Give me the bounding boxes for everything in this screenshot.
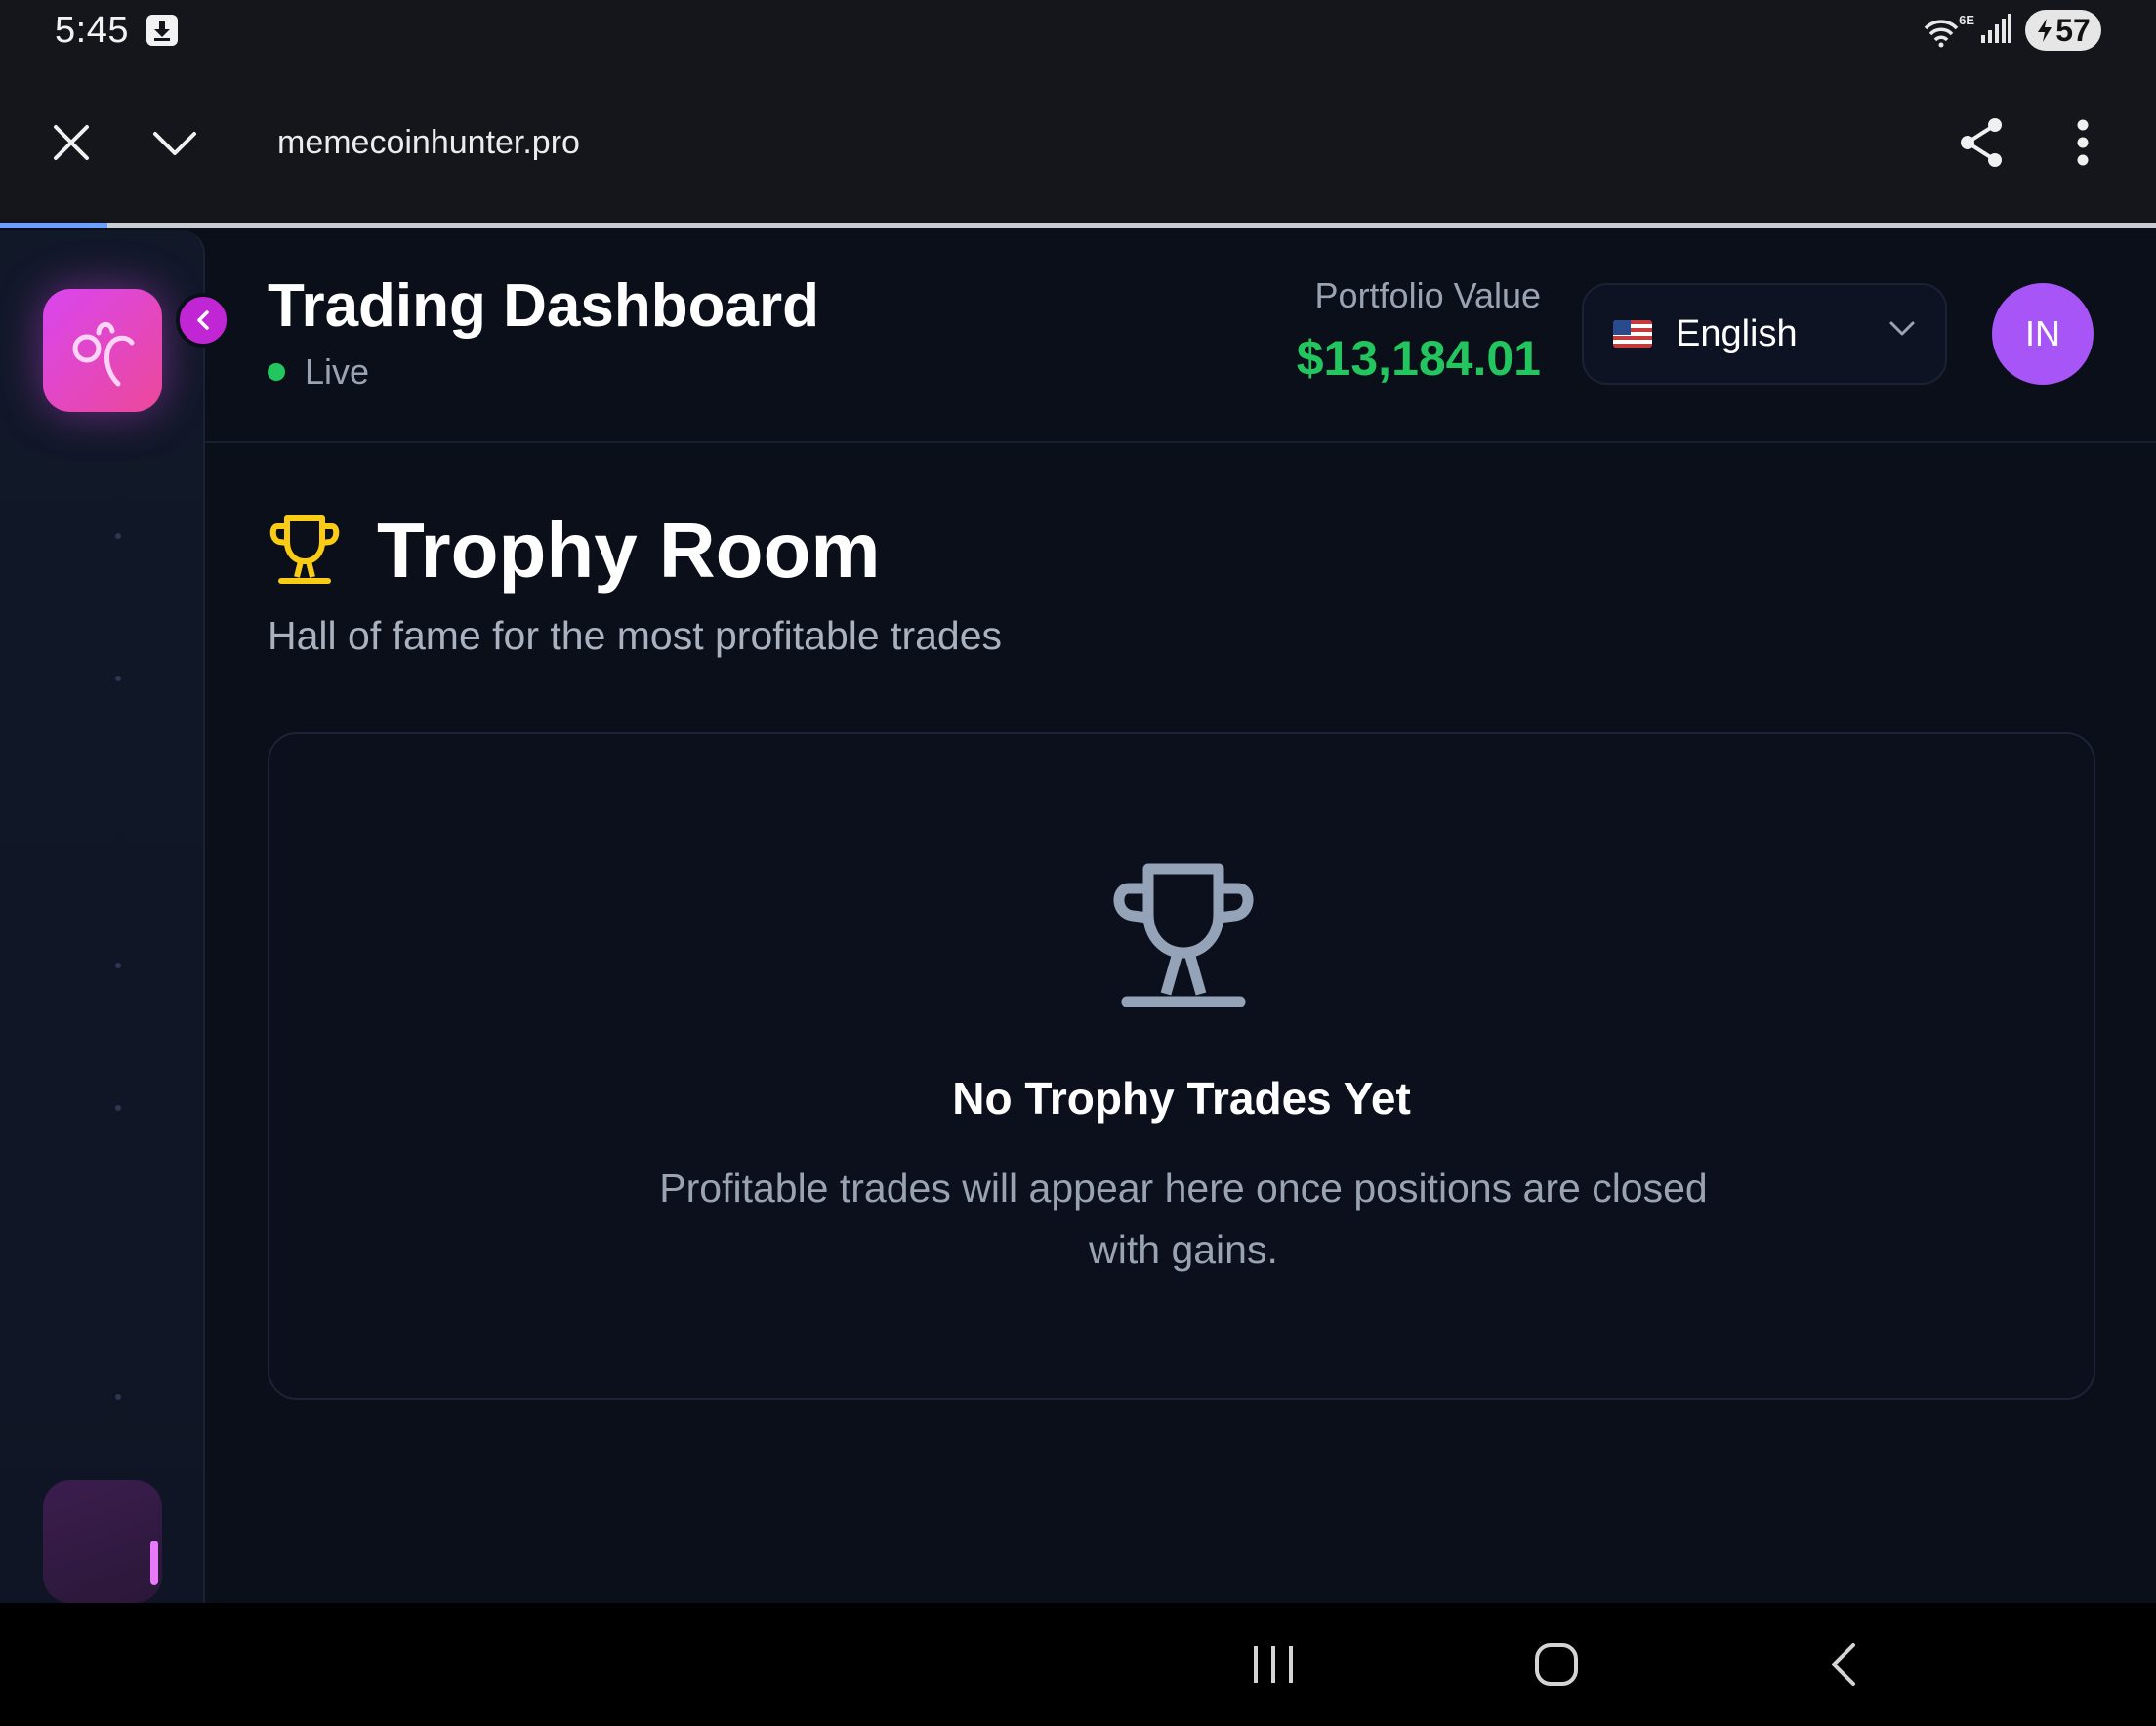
page-load-progress xyxy=(0,223,2156,228)
signal-icon xyxy=(1980,13,2011,48)
status-bar: 5:45 6E 57 xyxy=(0,0,2156,61)
network-type-label: 6E xyxy=(1959,13,1974,27)
chevron-down-icon xyxy=(153,132,196,155)
sidebar-nav-item[interactable] xyxy=(115,676,121,681)
dashboard-header: Trading Dashboard Live Portfolio Value $… xyxy=(205,230,2156,443)
sidebar-nav-item[interactable] xyxy=(115,533,121,539)
back-button[interactable] xyxy=(1795,1603,1892,1726)
browser-menu-button[interactable] xyxy=(2051,61,2115,225)
language-label: English xyxy=(1676,312,1798,354)
trophy-icon xyxy=(270,515,340,584)
chevron-down-icon xyxy=(1889,321,1915,336)
home-button[interactable] xyxy=(1508,1603,1605,1726)
empty-state-title: No Trophy Trades Yet xyxy=(952,1073,1411,1124)
sidebar xyxy=(0,230,205,1603)
sidebar-bottom-item[interactable] xyxy=(43,1480,162,1603)
live-status-label: Live xyxy=(305,351,370,391)
page-title: Trading Dashboard xyxy=(268,272,819,340)
screen: 5:45 6E 57 memecoinhunter.pro Trading Da… xyxy=(0,0,2156,1726)
battery-icon: 57 xyxy=(2025,10,2101,51)
app-logo[interactable] xyxy=(43,289,162,412)
portfolio-value: $13,184.01 xyxy=(1296,331,1541,386)
sidebar-nav-item[interactable] xyxy=(115,1394,121,1400)
language-select[interactable]: English xyxy=(1582,283,1947,385)
app-logo-icon xyxy=(72,322,135,387)
home-icon xyxy=(1535,1643,1578,1686)
sidebar-nav-item[interactable] xyxy=(115,963,121,968)
recents-button[interactable] xyxy=(1224,1603,1322,1726)
more-vert-icon xyxy=(2077,119,2089,166)
close-tab-button[interactable] xyxy=(39,61,104,225)
active-indicator xyxy=(150,1541,158,1585)
system-nav-bar xyxy=(0,1603,2156,1726)
chevron-left-icon xyxy=(197,310,209,330)
minimize-button[interactable] xyxy=(143,61,207,225)
recents-icon xyxy=(1254,1646,1293,1683)
sidebar-toggle-button[interactable] xyxy=(176,293,230,348)
live-status: Live xyxy=(268,351,369,392)
share-icon xyxy=(1961,118,2002,167)
sidebar-nav-item[interactable] xyxy=(115,1105,121,1111)
empty-state-card: No Trophy Trades Yet Profitable trades w… xyxy=(268,732,2095,1400)
battery-level: 57 xyxy=(2055,12,2091,48)
section-header: Trophy Room xyxy=(268,506,881,596)
browser-toolbar: memecoinhunter.pro xyxy=(0,61,2156,225)
trophy-icon xyxy=(1113,863,1254,1007)
empty-state-description: Profitable trades will appear here once … xyxy=(659,1166,1708,1272)
us-flag-icon xyxy=(1613,320,1652,348)
share-button[interactable] xyxy=(1949,61,2013,225)
wifi-icon: 6E xyxy=(1924,13,1974,48)
status-icons: 6E 57 xyxy=(1924,10,2101,51)
progress-fill xyxy=(0,223,108,228)
url-field[interactable]: memecoinhunter.pro xyxy=(277,61,580,225)
section-title: Trophy Room xyxy=(377,507,881,594)
download-icon xyxy=(145,15,178,46)
user-avatar[interactable]: IN xyxy=(1992,283,2094,385)
status-time: 5:45 xyxy=(55,9,129,51)
back-icon xyxy=(1832,1643,1855,1686)
live-indicator-dot xyxy=(268,363,285,381)
section-subtitle: Hall of fame for the most profitable tra… xyxy=(268,613,1003,658)
portfolio-value-label: Portfolio Value xyxy=(1314,275,1541,315)
close-icon xyxy=(54,125,89,160)
